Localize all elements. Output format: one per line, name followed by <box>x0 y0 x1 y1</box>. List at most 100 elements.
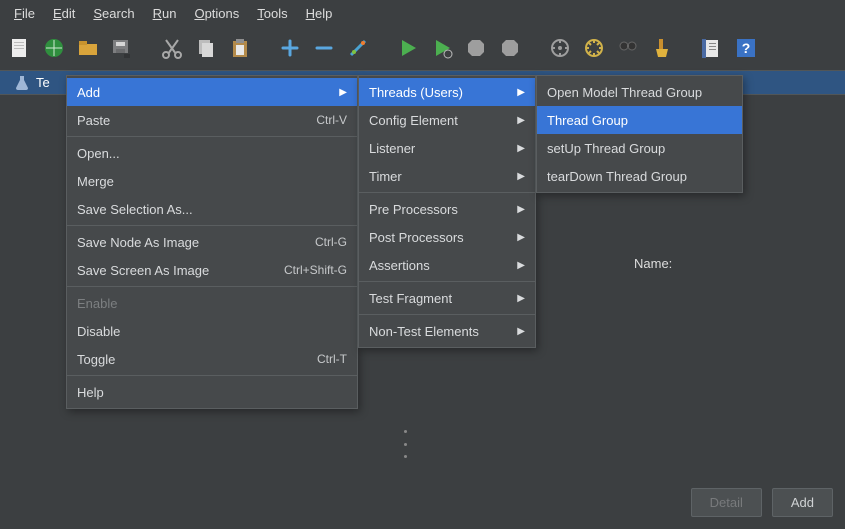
stop-icon[interactable] <box>462 34 490 62</box>
ctx-help[interactable]: Help <box>67 378 357 406</box>
remote-stop-icon[interactable] <box>580 34 608 62</box>
svg-text:?: ? <box>742 40 751 56</box>
ctx-save-screen-label: Save Screen As Image <box>77 263 209 278</box>
start-icon[interactable] <box>394 34 422 62</box>
context-menu-threads: Open Model Thread Group Thread Group set… <box>536 75 743 193</box>
ctx-thread-group[interactable]: Thread Group <box>537 106 742 134</box>
new-file-icon[interactable] <box>6 34 34 62</box>
name-label: Name: <box>630 250 676 277</box>
function-helper-icon[interactable] <box>698 34 726 62</box>
menu-file[interactable]: File <box>6 3 43 24</box>
ctx-enable: Enable <box>67 289 357 317</box>
context-menu-add: Threads (Users) ▶ Config Element ▶ Liste… <box>358 75 536 348</box>
submenu-arrow-icon: ▶ <box>517 260 525 271</box>
clear-icon[interactable] <box>648 34 676 62</box>
ctx-pre-processors[interactable]: Pre Processors ▶ <box>359 195 535 223</box>
ctx-disable[interactable]: Disable <box>67 317 357 345</box>
cut-icon[interactable] <box>158 34 186 62</box>
add-button[interactable]: Add <box>772 488 833 517</box>
ctx-open-model-thread-group[interactable]: Open Model Thread Group <box>537 78 742 106</box>
toggle-icon[interactable] <box>344 34 372 62</box>
ctx-save-node-image[interactable]: Save Node As Image Ctrl-G <box>67 228 357 256</box>
ctx-toggle-shortcut: Ctrl-T <box>303 352 347 366</box>
divider <box>67 375 357 376</box>
expand-icon[interactable] <box>276 34 304 62</box>
divider <box>67 286 357 287</box>
menu-edit[interactable]: Edit <box>45 3 83 24</box>
ctx-save-screen-shortcut: Ctrl+Shift-G <box>270 263 347 277</box>
ctx-merge[interactable]: Merge <box>67 167 357 195</box>
footer-buttons: Detail Add <box>691 488 833 517</box>
ctx-merge-label: Merge <box>77 174 114 189</box>
open-icon[interactable] <box>74 34 102 62</box>
divider <box>359 192 535 193</box>
divider <box>67 136 357 137</box>
shutdown-icon[interactable] <box>496 34 524 62</box>
submenu-arrow-icon: ▶ <box>517 171 525 182</box>
start-no-timers-icon[interactable] <box>428 34 456 62</box>
save-icon[interactable] <box>108 34 136 62</box>
menu-help[interactable]: Help <box>298 3 341 24</box>
submenu-arrow-icon: ▶ <box>517 204 525 215</box>
ctx-pre-label: Pre Processors <box>369 202 458 217</box>
ctx-post-processors[interactable]: Post Processors ▶ <box>359 223 535 251</box>
ctx-assertions-label: Assertions <box>369 258 430 273</box>
remote-start-icon[interactable] <box>546 34 574 62</box>
ctx-open[interactable]: Open... <box>67 139 357 167</box>
collapse-icon[interactable] <box>310 34 338 62</box>
ctx-enable-label: Enable <box>77 296 117 311</box>
ctx-test-fragment[interactable]: Test Fragment ▶ <box>359 284 535 312</box>
menu-options[interactable]: Options <box>186 3 247 24</box>
menu-run[interactable]: Run <box>145 3 185 24</box>
ctx-timer-label: Timer <box>369 169 402 184</box>
submenu-arrow-icon: ▶ <box>517 232 525 243</box>
ctx-save-selection-label: Save Selection As... <box>77 202 193 217</box>
ctx-add-label: Add <box>77 85 100 100</box>
menu-search[interactable]: Search <box>85 3 142 24</box>
ctx-omtg-label: Open Model Thread Group <box>547 85 702 100</box>
ctx-paste[interactable]: Paste Ctrl-V <box>67 106 357 134</box>
templates-icon[interactable] <box>40 34 68 62</box>
submenu-arrow-icon: ▶ <box>339 87 347 98</box>
ctx-save-screen-image[interactable]: Save Screen As Image Ctrl+Shift-G <box>67 256 357 284</box>
copy-icon[interactable] <box>192 34 220 62</box>
paste-icon[interactable] <box>226 34 254 62</box>
detail-button[interactable]: Detail <box>691 488 762 517</box>
ctx-listener[interactable]: Listener ▶ <box>359 134 535 162</box>
divider <box>359 314 535 315</box>
ctx-testfrag-label: Test Fragment <box>369 291 452 306</box>
ctx-save-node-shortcut: Ctrl-G <box>301 235 347 249</box>
ctx-teardown-thread-group[interactable]: tearDown Thread Group <box>537 162 742 190</box>
toolbar: ? <box>0 26 845 70</box>
flask-icon <box>14 75 30 91</box>
ctx-paste-shortcut: Ctrl-V <box>302 113 347 127</box>
help-icon[interactable]: ? <box>732 34 760 62</box>
menubar: File Edit Search Run Options Tools Help <box>0 0 845 26</box>
ctx-save-selection-as[interactable]: Save Selection As... <box>67 195 357 223</box>
divider <box>359 281 535 282</box>
ctx-paste-label: Paste <box>77 113 110 128</box>
splitter-handle[interactable] <box>401 430 409 458</box>
ctx-setup-thread-group[interactable]: setUp Thread Group <box>537 134 742 162</box>
ctx-timer[interactable]: Timer ▶ <box>359 162 535 190</box>
ctx-assertions[interactable]: Assertions ▶ <box>359 251 535 279</box>
context-menu-main: Add ▶ Paste Ctrl-V Open... Merge Save Se… <box>66 75 358 409</box>
ctx-disable-label: Disable <box>77 324 120 339</box>
submenu-arrow-icon: ▶ <box>517 87 525 98</box>
ctx-threads[interactable]: Threads (Users) ▶ <box>359 78 535 106</box>
ctx-save-node-label: Save Node As Image <box>77 235 199 250</box>
submenu-arrow-icon: ▶ <box>517 326 525 337</box>
menu-tools[interactable]: Tools <box>249 3 295 24</box>
ctx-add[interactable]: Add ▶ <box>67 78 357 106</box>
submenu-arrow-icon: ▶ <box>517 293 525 304</box>
submenu-arrow-icon: ▶ <box>517 115 525 126</box>
search-icon[interactable] <box>614 34 642 62</box>
ctx-open-label: Open... <box>77 146 120 161</box>
ctx-toggle[interactable]: Toggle Ctrl-T <box>67 345 357 373</box>
ctx-non-test-elements[interactable]: Non-Test Elements ▶ <box>359 317 535 345</box>
ctx-config-element[interactable]: Config Element ▶ <box>359 106 535 134</box>
ctx-tg-label: Thread Group <box>547 113 628 128</box>
divider <box>67 225 357 226</box>
tree-item-label: Te <box>30 75 50 90</box>
ctx-listener-label: Listener <box>369 141 415 156</box>
